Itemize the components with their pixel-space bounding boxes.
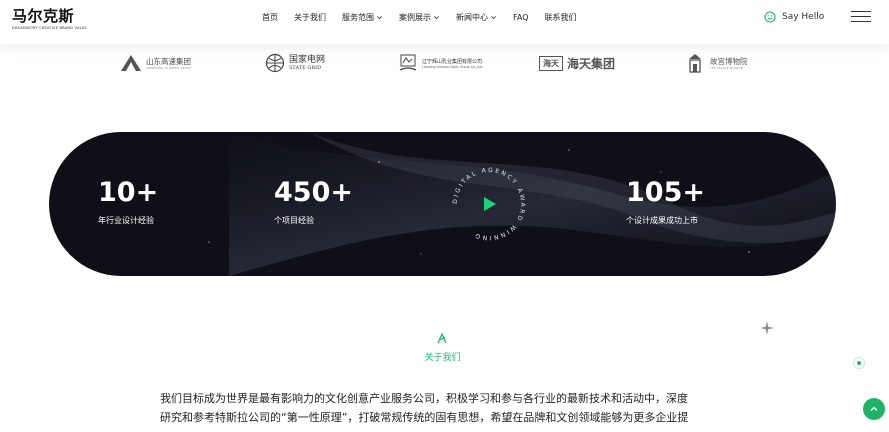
main-nav: 首页 关于我们 服务范围 案例展示 新闻中心 FAQ 联系我们 — [262, 0, 593, 34]
partner-text: 辽宁辉山乳业集团有限公司 Liaoning Huishan Dairy Grou… — [422, 58, 483, 69]
partner-sub: THE PALACE MUSEUM — [710, 67, 744, 70]
partner-text: 国家电网 STATE GRID — [289, 55, 325, 71]
hamburger-icon — [851, 21, 871, 22]
side-indicator-button[interactable] — [853, 357, 865, 369]
stat-years: 10+ 年行业设计经验 — [98, 176, 158, 226]
partner-palace-museum: 故宫博物院 THE PALACE MUSEUM — [688, 50, 748, 76]
nav-label: 联系我们 — [544, 12, 577, 22]
about-line: 我们目标成为世界是最有影响力的文化创意产业服务公司，积极学习和参与各行业的最新技… — [160, 392, 688, 405]
stat-value: 105+ — [626, 177, 705, 208]
partner-name: 辽宁辉山乳业集团有限公司 — [422, 58, 483, 65]
nav-item-services[interactable]: 服务范围 — [342, 12, 383, 23]
site-header: 马尔克斯 DREAMWORY CREATIVE BRAND VALUE 首页 关… — [0, 0, 889, 44]
nav-item-cases[interactable]: 案例展示 — [399, 12, 440, 23]
about-line: 研究和参考特斯拉公司的“第一性原理”，打破常规传统的固有思想，希望在品牌和文创领… — [160, 411, 689, 424]
site-logo[interactable]: 马尔克斯 DREAMWORY CREATIVE BRAND VALUE — [12, 8, 92, 34]
partner-sub: Liaoning Huishan Dairy Group Co.,Ltd. — [422, 64, 483, 69]
partner-sub: STATE GRID — [289, 65, 322, 71]
stat-value: 450+ — [274, 177, 353, 208]
partner-text: 故宫博物院 THE PALACE MUSEUM — [710, 56, 748, 70]
nav-item-news[interactable]: 新闻中心 — [456, 12, 497, 23]
partner-name: 海天集团 — [567, 56, 616, 71]
partner-name: 故宫博物院 — [710, 57, 748, 66]
nav-label: 案例展示 — [399, 12, 431, 22]
partner-name: 国家电网 — [289, 55, 326, 65]
play-icon — [484, 197, 496, 211]
nav-item-contact[interactable]: 联系我们 — [545, 12, 577, 23]
arrow-up-icon — [870, 406, 878, 411]
about-section-icon — [437, 332, 447, 344]
nav-label: 首页 — [262, 12, 278, 22]
nav-label: 服务范围 — [342, 12, 374, 22]
partner-logos: 山东高速集团 SHANDONG HI-SPEED GROUP 国家电网 STAT… — [0, 50, 889, 76]
hamburger-icon — [851, 16, 871, 17]
chevron-down-icon — [491, 15, 496, 19]
logo-subtitle: DREAMWORY CREATIVE BRAND VALUE — [12, 26, 87, 30]
sdgs-logo-icon — [121, 55, 141, 71]
partner-name: 山东高速集团 — [146, 57, 191, 66]
hamburger-icon — [851, 11, 871, 12]
banner-background — [208, 132, 836, 276]
haitian-badge: 海天 — [539, 55, 563, 71]
partner-huishan: 辽宁辉山乳业集团有限公司 Liaoning Huishan Dairy Grou… — [398, 50, 483, 76]
dot-icon — [857, 361, 861, 365]
back-to-top-button[interactable] — [863, 398, 885, 420]
say-hello-button[interactable]: Say Hello — [764, 10, 824, 24]
partner-text: 山东高速集团 SHANDONG HI-SPEED GROUP — [146, 56, 191, 70]
logo-text: 马尔克斯 — [12, 7, 75, 25]
chevron-down-icon — [434, 15, 439, 19]
stat-label: 个项目经验 — [274, 216, 314, 225]
award-play-button[interactable]: DIGITAL AGENCY AWARD WINNING — [448, 163, 530, 245]
hamburger-menu-button[interactable] — [851, 11, 871, 23]
nav-item-about[interactable]: 关于我们 — [294, 12, 326, 23]
say-hello-label: Say Hello — [782, 12, 825, 22]
stat-launched: 105+ 个设计成果成功上市 — [626, 176, 705, 226]
partner-sub: SHANDONG HI-SPEED GROUP — [146, 67, 192, 70]
nav-label: 关于我们 — [294, 12, 326, 22]
partner-haitian: 海天 海天集团 — [539, 50, 615, 76]
state-grid-logo-icon — [265, 53, 285, 73]
about-title: 关于我们 — [424, 353, 461, 363]
nav-label: FAQ — [513, 12, 529, 22]
palace-museum-logo-icon — [689, 54, 701, 73]
chat-smile-icon — [764, 11, 776, 23]
stats-banner: 10+ 年行业设计经验 450+ 个项目经验 DIGITAL AGENCY AW… — [49, 132, 836, 276]
sparkle-icon — [760, 321, 774, 335]
stat-value: 10+ — [98, 177, 159, 208]
about-description: 我们目标成为世界是最有影响力的文化创意产业服务公司，积极学习和参与各行业的最新技… — [160, 389, 732, 427]
partner-sdgs: 山东高速集团 SHANDONG HI-SPEED GROUP — [120, 50, 191, 76]
nav-item-home[interactable]: 首页 — [262, 12, 278, 23]
nav-item-faq[interactable]: FAQ — [513, 13, 529, 22]
stat-label: 个设计成果成功上市 — [626, 216, 698, 225]
huishan-logo-icon — [399, 54, 417, 71]
chevron-down-icon — [377, 15, 382, 19]
stat-projects: 450+ 个项目经验 — [274, 176, 353, 226]
partner-state-grid: 国家电网 STATE GRID — [265, 50, 325, 76]
stat-label: 年行业设计经验 — [98, 216, 154, 225]
nav-label: 新闻中心 — [456, 12, 488, 22]
